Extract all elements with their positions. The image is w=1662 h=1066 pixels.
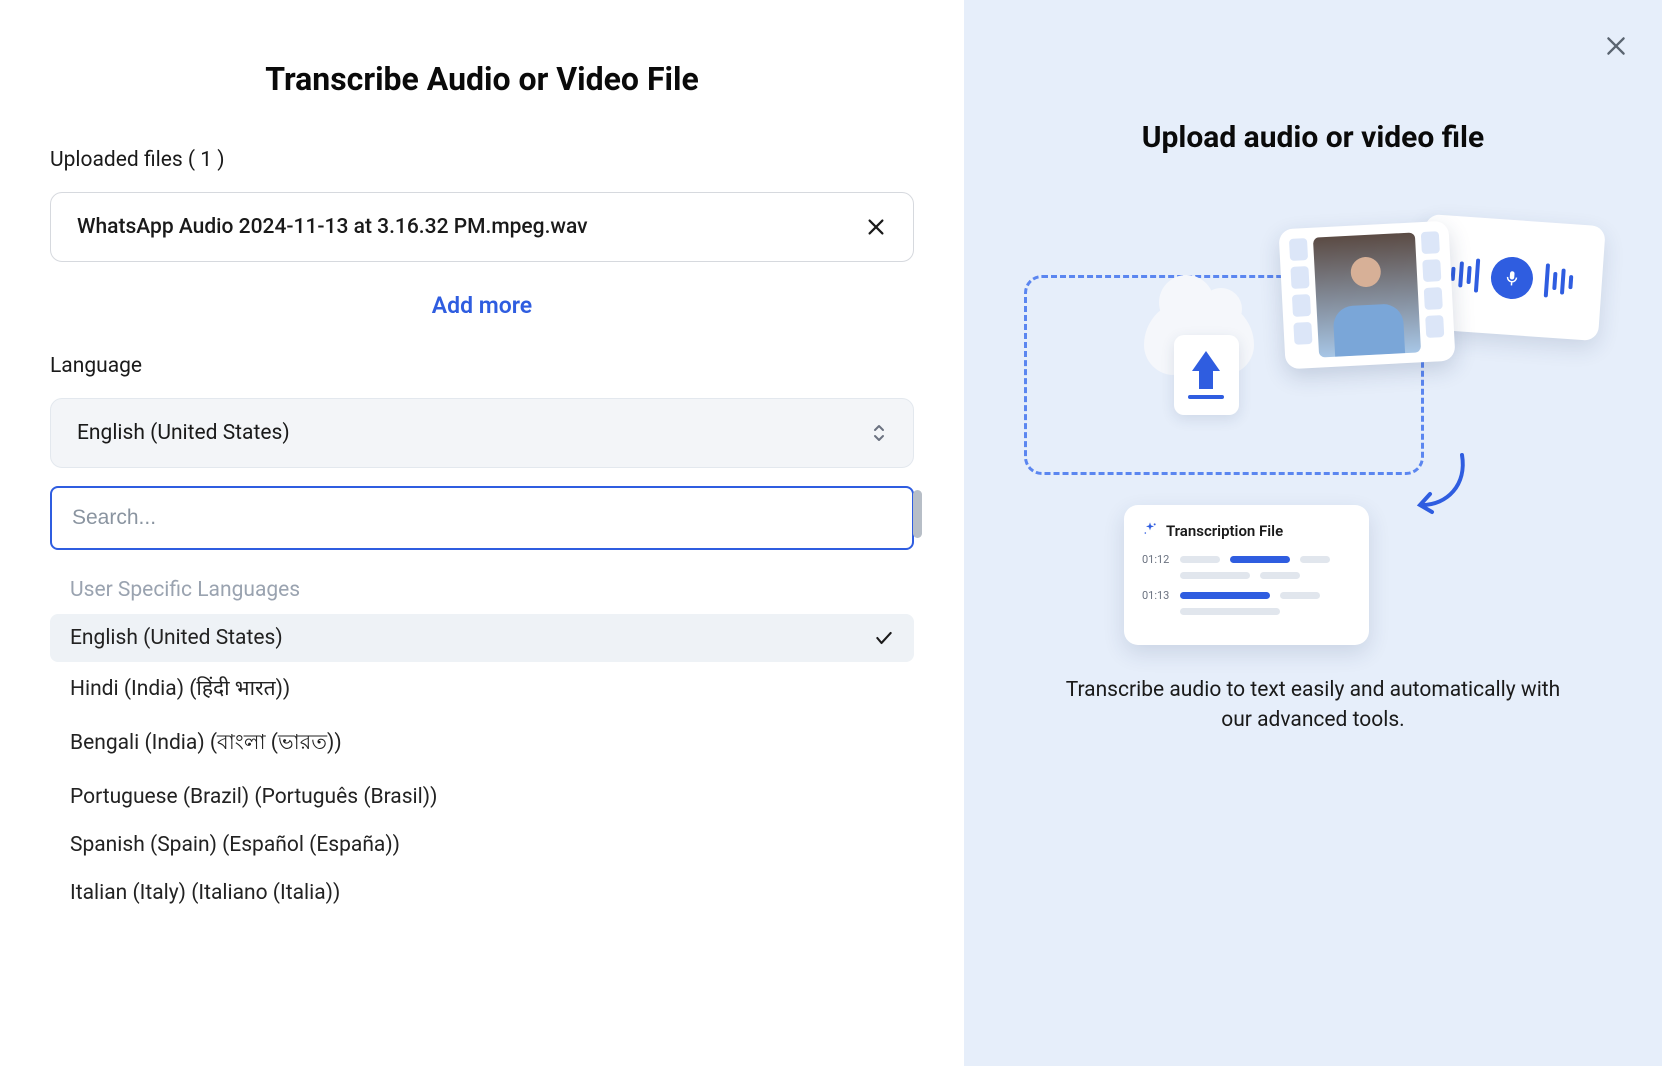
upload-illustration: Transcription File 01:12 01:13 bbox=[1004, 205, 1622, 645]
mic-icon bbox=[1490, 255, 1535, 300]
right-description: Transcribe audio to text easily and auto… bbox=[1053, 675, 1573, 736]
language-option[interactable]: Hindi (India) (हिंदी भारत)) bbox=[50, 662, 914, 714]
language-option-label: Italian (Italy) (Italiano (Italia)) bbox=[70, 881, 340, 905]
language-option[interactable]: English (United States) bbox=[50, 614, 914, 662]
dropdown-section-label: User Specific Languages bbox=[70, 578, 914, 602]
video-thumbnail bbox=[1313, 232, 1421, 357]
video-card bbox=[1278, 221, 1455, 370]
language-option-label: Bengali (India) (বাংলা (ভারত)) bbox=[70, 726, 342, 761]
file-chip: WhatsApp Audio 2024-11-13 at 3.16.32 PM.… bbox=[50, 192, 914, 262]
scrollbar-thumb[interactable] bbox=[913, 490, 922, 538]
search-input[interactable] bbox=[50, 486, 914, 550]
arrow-up-icon bbox=[1192, 351, 1220, 371]
options-list: English (United States) Hindi (India) (हि… bbox=[50, 614, 914, 917]
timestamp: 01:12 bbox=[1142, 553, 1170, 566]
left-panel: Transcribe Audio or Video File Uploaded … bbox=[0, 0, 964, 1066]
close-button[interactable] bbox=[1598, 28, 1634, 64]
language-option[interactable]: Italian (Italy) (Italiano (Italia)) bbox=[50, 869, 914, 917]
language-dropdown: User Specific Languages English (United … bbox=[50, 486, 914, 917]
remove-file-button[interactable] bbox=[865, 216, 887, 238]
uploaded-files-label: Uploaded files ( 1 ) bbox=[50, 148, 914, 172]
timestamp: 01:13 bbox=[1142, 589, 1170, 602]
language-option[interactable]: Portuguese (Brazil) (Português (Brasil)) bbox=[50, 773, 914, 821]
language-label: Language bbox=[50, 354, 914, 378]
language-option-label: Hindi (India) (हिंदी भारत)) bbox=[70, 674, 290, 702]
language-option-label: English (United States) bbox=[70, 626, 283, 650]
close-icon bbox=[865, 216, 887, 238]
right-panel: Upload audio or video file bbox=[964, 0, 1662, 1066]
close-icon bbox=[1603, 33, 1629, 59]
language-option[interactable]: Spanish (Spain) (Español (España)) bbox=[50, 821, 914, 869]
language-option[interactable]: Bengali (India) (বাংলা (ভারত)) bbox=[50, 714, 914, 773]
transcription-card: Transcription File 01:12 01:13 bbox=[1124, 505, 1369, 645]
right-title: Upload audio or video file bbox=[1142, 120, 1484, 155]
trans-card-title: Transcription File bbox=[1166, 522, 1283, 540]
language-option-label: Portuguese (Brazil) (Português (Brasil)) bbox=[70, 785, 437, 809]
curve-arrow-icon bbox=[1412, 450, 1472, 520]
page-title: Transcribe Audio or Video File bbox=[50, 60, 914, 98]
chevron-updown-icon bbox=[871, 423, 887, 443]
search-wrap bbox=[50, 486, 914, 550]
add-more-button[interactable]: Add more bbox=[50, 292, 914, 319]
upload-arrow-card bbox=[1174, 335, 1239, 415]
file-name: WhatsApp Audio 2024-11-13 at 3.16.32 PM.… bbox=[77, 215, 588, 239]
check-icon bbox=[874, 628, 894, 648]
language-selected-value: English (United States) bbox=[77, 421, 290, 445]
language-option-label: Spanish (Spain) (Español (España)) bbox=[70, 833, 400, 857]
sparkle-icon bbox=[1142, 521, 1158, 541]
language-select[interactable]: English (United States) bbox=[50, 398, 914, 468]
